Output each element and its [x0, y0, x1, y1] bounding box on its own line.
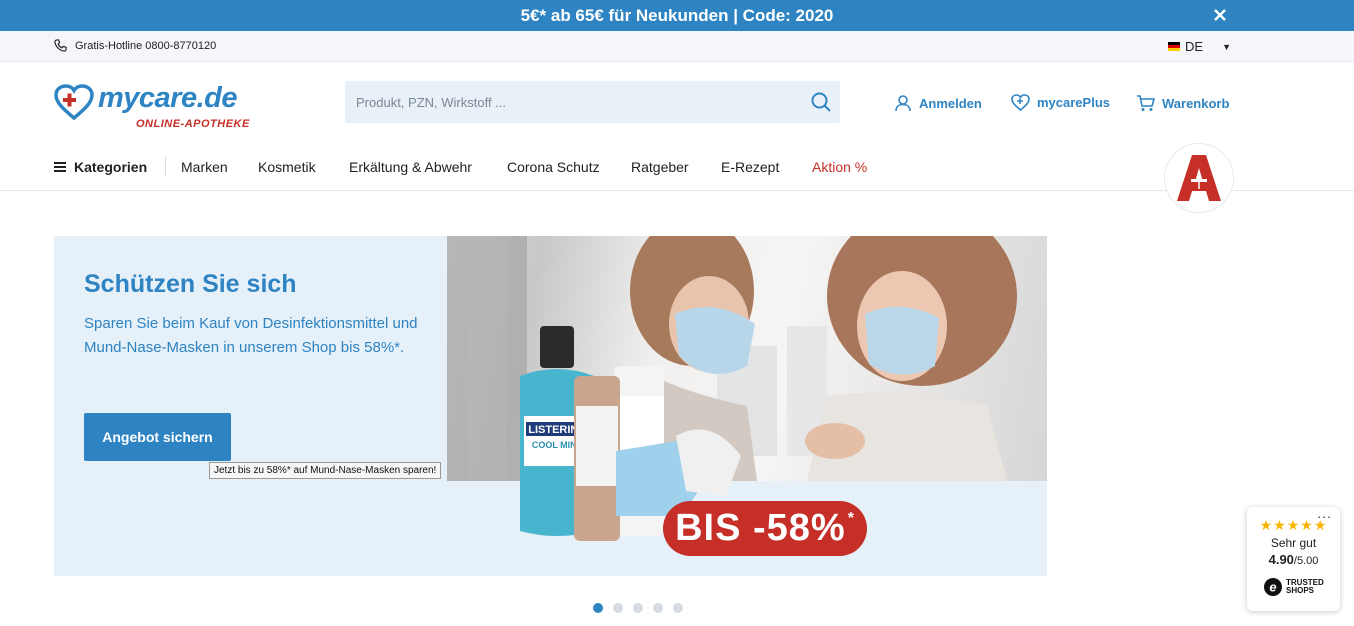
apotheke-logo [1164, 143, 1234, 213]
cart-link[interactable]: Warenkorb [1136, 94, 1229, 112]
trusted-shops-e-icon: e [1264, 578, 1282, 596]
german-flag-icon [1168, 42, 1180, 51]
rating-score: 4.90/5.00 [1247, 552, 1340, 567]
nav-categories-label: Kategorien [74, 159, 148, 175]
language-label: DE [1185, 39, 1204, 54]
hero-title: Schützen Sie sich [84, 270, 297, 298]
discount-badge-text: BIS -58% [675, 507, 846, 549]
user-icon [895, 95, 911, 112]
rating-max: /5.00 [1293, 555, 1319, 567]
carousel-dot-5[interactable] [673, 603, 683, 613]
mycareplus-link[interactable]: mycarePlus [1011, 94, 1110, 111]
login-label: Anmelden [919, 95, 982, 111]
hero-banner[interactable]: Schützen Sie sich Sparen Sie beim Kauf v… [54, 236, 1047, 576]
search-box [345, 81, 840, 123]
promo-text: 5€* ab 65€ für Neukunden | Code: 2020 [520, 5, 834, 25]
rating-stars: ★★★★★ [1259, 517, 1328, 533]
logo[interactable]: mycare.de ONLINE-APOTHEKE [54, 82, 254, 134]
apotheke-a-icon [1177, 155, 1221, 201]
trusted-shops-text-2: SHOPS [1286, 586, 1315, 595]
nav-item-marken[interactable]: Marken [181, 159, 228, 175]
rating-label: Sehr gut [1270, 536, 1317, 550]
hero-description: Sparen Sie beim Kauf von Desinfektionsmi… [84, 315, 418, 356]
rating-value: 4.90 [1268, 552, 1294, 567]
mycareplus-label: mycarePlus [1037, 95, 1110, 110]
promo-bar: 5€* ab 65€ für Neukunden | Code: 2020 [0, 0, 1354, 31]
offer-button[interactable]: Angebot sichern [84, 413, 231, 461]
discount-badge: BIS -58% * [663, 501, 867, 556]
nav-divider [165, 157, 166, 177]
caret-down-icon: ▼ [1222, 41, 1231, 52]
cart-icon [1137, 95, 1155, 111]
discount-badge-asterisk: * [847, 509, 855, 527]
hero-tooltip: Jetzt bis zu 58%* auf Mund-Nase-Masken s… [209, 462, 442, 479]
heart-plus-icon [1011, 94, 1030, 111]
hotline[interactable]: Gratis-Hotline 0800-8770120 [54, 39, 216, 52]
carousel-dot-4[interactable] [653, 603, 663, 613]
carousel-dot-2[interactable] [613, 603, 623, 613]
nav-categories[interactable]: Kategorien [54, 159, 147, 175]
logo-subtitle: ONLINE-APOTHEKE [136, 118, 250, 130]
carousel-dot-3[interactable] [633, 603, 643, 613]
cart-label: Warenkorb [1162, 95, 1230, 111]
nav-item-aktion[interactable]: Aktion % [812, 159, 867, 175]
logo-heart-icon [54, 84, 94, 120]
carousel-dot-1[interactable] [593, 603, 603, 613]
nav-item-erkaeltung[interactable]: Erkältung & Abwehr [349, 159, 472, 175]
close-icon[interactable] [1208, 3, 1232, 27]
utility-bar: Gratis-Hotline 0800-8770120 DE ▼ [0, 31, 1354, 62]
svg-text:e: e [1269, 580, 1276, 595]
menu-icon [54, 162, 66, 172]
hotline-text: Gratis-Hotline 0800-8770120 [75, 39, 217, 52]
phone-icon [54, 39, 67, 52]
nav-item-kosmetik[interactable]: Kosmetik [258, 159, 316, 175]
main-navigation: Kategorien Marken Kosmetik Erkältung & A… [0, 143, 1354, 191]
trusted-shops-logo: e TRUSTED SHOPS [1263, 577, 1324, 597]
language-selector[interactable]: DE ▼ [1168, 39, 1231, 54]
search-icon[interactable] [810, 91, 832, 113]
nav-item-corona-schutz[interactable]: Corona Schutz [507, 159, 600, 175]
nav-item-ratgeber[interactable]: Ratgeber [631, 159, 689, 175]
login-link[interactable]: Anmelden [894, 94, 982, 112]
search-input[interactable] [345, 81, 795, 123]
nav-item-e-rezept[interactable]: E-Rezept [721, 159, 779, 175]
carousel-dots [593, 603, 693, 613]
logo-wordmark: mycare.de [98, 82, 238, 114]
trusted-shops-widget[interactable]: ... ★★★★★ Sehr gut 4.90/5.00 e TRUSTED SH… [1247, 505, 1340, 611]
